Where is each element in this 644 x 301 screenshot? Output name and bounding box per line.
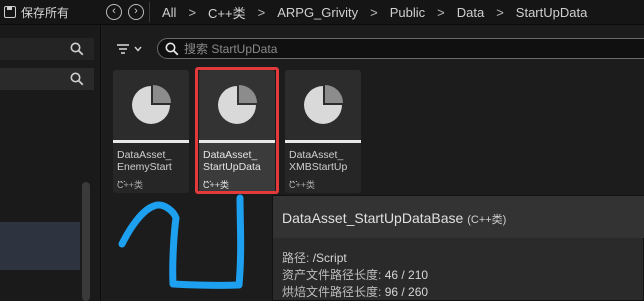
chevron-right-icon: >	[257, 4, 266, 20]
asset-thumbnail	[285, 70, 361, 140]
annotation-arrow	[118, 194, 245, 289]
tooltip-title-text: DataAsset_StartUpDataBase	[282, 210, 464, 226]
chevron-right-icon: >	[370, 4, 378, 20]
back-icon[interactable]: ‹	[106, 4, 122, 20]
breadcrumb-all[interactable]: All	[150, 5, 176, 20]
breadcrumb-startupdata[interactable]: StartUpData	[504, 5, 588, 20]
tooltip-cooked-path-value: 96 / 260	[384, 285, 429, 299]
search-icon	[165, 42, 179, 56]
tooltip-path-label: 路径:	[282, 251, 310, 265]
tooltip-cooked-path-label: 烘焙文件路径长度:	[282, 285, 382, 299]
filter-button[interactable]	[116, 40, 150, 58]
tooltip-asset-path-label: 资产文件路径长度:	[282, 268, 382, 282]
breadcrumb-project[interactable]: ARPG_Grivity	[265, 5, 358, 20]
tooltip-path: 路径: /Script	[282, 249, 347, 266]
asset-type-bar	[285, 140, 361, 143]
selection-highlight	[195, 67, 279, 194]
asset-tile-xmb-startup[interactable]: DataAsset_ XMBStartUp ... C++类	[285, 70, 361, 193]
data-asset-pie-icon	[304, 85, 343, 124]
chevron-down-icon	[134, 46, 142, 52]
chevron-right-icon: >	[437, 4, 445, 20]
tooltip-asset-path-length: 资产文件路径长度: 46 / 210	[282, 266, 428, 283]
asset-type: C++类	[289, 180, 316, 190]
sources-scrollbar[interactable]	[82, 182, 90, 301]
breadcrumb-public[interactable]: Public	[378, 5, 425, 20]
breadcrumb-cpp-classes[interactable]: C++类	[196, 3, 246, 22]
search-icon[interactable]	[70, 42, 84, 56]
asset-search-input[interactable]	[184, 40, 624, 57]
tooltip-asset-path-value: 46 / 210	[384, 268, 429, 282]
asset-thumbnail	[113, 70, 189, 140]
filter-icon	[117, 44, 129, 54]
forward-icon[interactable]: ›	[128, 4, 144, 20]
selected-folder-row[interactable]	[0, 222, 80, 270]
chevron-right-icon: >	[188, 4, 197, 20]
asset-type: C++类	[117, 180, 144, 190]
search-icon[interactable]	[70, 72, 84, 86]
save-all-button[interactable]: 保存所有	[4, 3, 69, 21]
tooltip-path-value: /Script	[312, 251, 347, 265]
asset-search-box[interactable]	[157, 38, 644, 59]
breadcrumb-data[interactable]: Data	[445, 5, 484, 20]
tooltip-title: DataAsset_StartUpDataBase (C++类)	[282, 210, 506, 227]
breadcrumb: All > C++类 > ARPG_Grivity > Public > Dat…	[150, 0, 587, 24]
tooltip-cooked-path-length: 烘焙文件路径长度: 96 / 260	[282, 283, 428, 300]
chevron-right-icon: >	[496, 4, 504, 20]
asset-tooltip: DataAsset_StartUpDataBase (C++类) 路径: /Sc…	[272, 195, 644, 301]
data-asset-pie-icon	[132, 85, 171, 124]
save-all-label: 保存所有	[21, 5, 70, 20]
save-icon	[4, 6, 16, 18]
asset-tile-enemy-startup[interactable]: DataAsset_ EnemyStart ... C++类	[113, 70, 189, 193]
tooltip-title-suffix: (C++类)	[467, 214, 507, 226]
asset-type-bar	[113, 140, 189, 143]
